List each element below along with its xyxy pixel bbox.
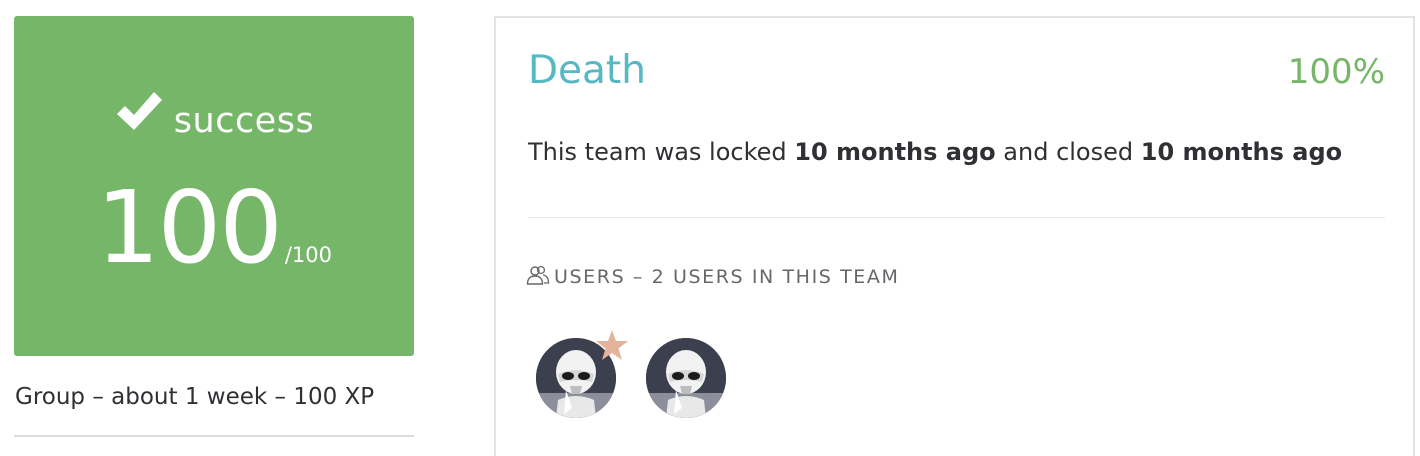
score-max: /100	[284, 243, 333, 267]
lock-status-text: This team was locked 10 months ago and c…	[528, 138, 1342, 166]
star-icon	[596, 330, 628, 360]
stormtrooper-avatar	[646, 338, 726, 418]
challenge-meta: Group – about 1 week – 100 XP	[15, 384, 375, 410]
score-card: success 100/100	[14, 16, 414, 356]
lock-middle: and closed	[995, 138, 1141, 166]
panel-divider	[528, 217, 1385, 218]
score-value: 100	[95, 169, 283, 286]
locked-time: 10 months ago	[794, 138, 996, 166]
team-name[interactable]: Death	[528, 48, 646, 93]
users-heading-label: USERS – 2 USERS IN THIS TEAM	[554, 266, 900, 288]
lock-prefix: This team was locked	[528, 138, 795, 166]
score-row: 100/100	[14, 178, 414, 278]
team-percent: 100%	[1287, 52, 1385, 92]
team-panel: Death 100% This team was locked 10 month…	[494, 16, 1415, 456]
left-divider	[14, 435, 414, 437]
member-avatar-2[interactable]	[646, 338, 726, 418]
users-heading: USERS – 2 USERS IN THIS TEAM	[526, 265, 899, 288]
checkmark-icon	[116, 92, 162, 130]
status-label: success	[173, 101, 315, 141]
status-row: success	[14, 88, 414, 141]
users-icon	[526, 265, 550, 285]
closed-time: 10 months ago	[1140, 138, 1343, 166]
